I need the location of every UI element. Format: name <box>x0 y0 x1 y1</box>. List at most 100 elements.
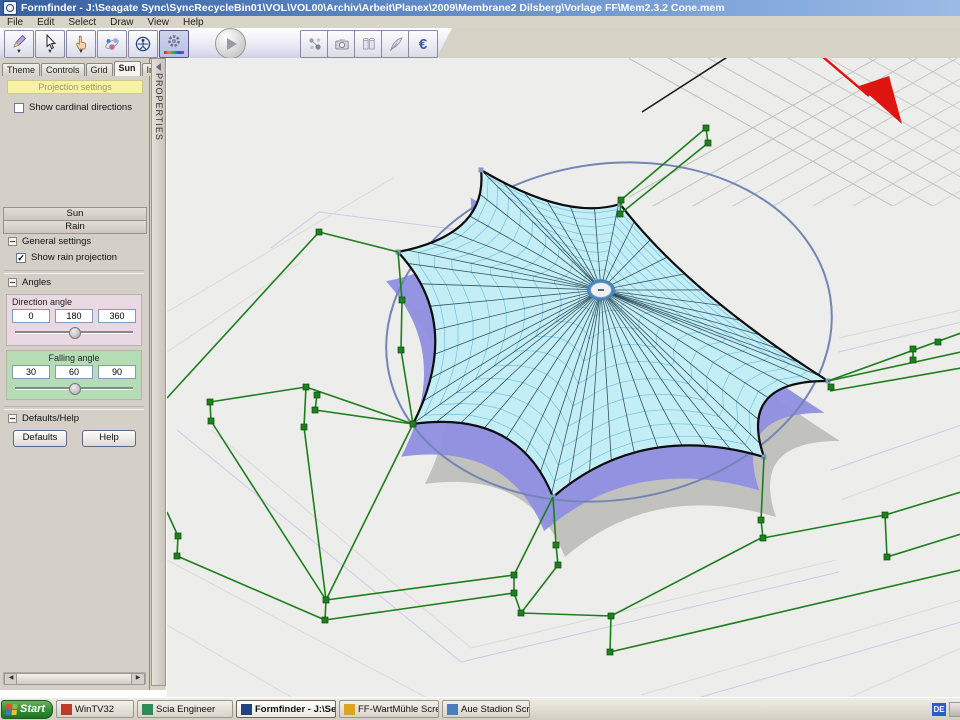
title-bar[interactable]: Formfinder - J:\Seagate Sync\SyncRecycle… <box>0 0 960 16</box>
direction-angle-value-1[interactable]: 180 <box>55 309 93 323</box>
menu-item-file[interactable]: File <box>0 17 30 28</box>
direction-angle-value-0[interactable]: 0 <box>12 309 50 323</box>
task-label: FF-WartMühle Screensh... <box>358 704 439 715</box>
task-button-0[interactable]: WinTV32 <box>56 700 134 718</box>
task-icon <box>61 704 72 715</box>
rainbow-bar <box>164 51 184 54</box>
task-icon <box>447 704 458 715</box>
sun-section-button[interactable]: Sun <box>3 207 147 221</box>
cardinal-directions-row: Show cardinal directions <box>14 102 132 113</box>
menu-item-help[interactable]: Help <box>176 17 211 28</box>
select-cursor-button[interactable]: ▼ <box>35 30 65 58</box>
dropdown-arrow-icon[interactable]: ▼ <box>78 50 84 54</box>
task-icon <box>344 704 355 715</box>
rain-projection-label: Show rain projection <box>31 252 117 263</box>
direction-angle-group: Direction angle 0 180 360 <box>6 294 142 346</box>
menu-item-edit[interactable]: Edit <box>30 17 61 28</box>
scroll-thumb[interactable] <box>16 673 133 685</box>
rain-projection-checkbox[interactable]: ✓ <box>16 253 26 263</box>
general-settings-label: General settings <box>22 236 91 247</box>
cost-button[interactable]: € <box>408 30 438 58</box>
angles-expander[interactable]: Angles <box>8 277 51 288</box>
snapshot-button[interactable] <box>327 30 357 58</box>
tab-sun[interactable]: Sun <box>114 61 141 76</box>
direction-angle-value-2[interactable]: 360 <box>98 309 136 323</box>
membrane-scene <box>167 58 960 697</box>
slider-thumb[interactable] <box>69 383 81 395</box>
defaults-button[interactable]: Defaults <box>13 430 67 447</box>
grab-hand-button[interactable]: ▼ <box>66 30 96 58</box>
direction-angle-values: 0 180 360 <box>7 309 141 323</box>
task-button-1[interactable]: Scia Engineer <box>137 700 233 718</box>
falling-angle-label: Falling angle <box>7 353 141 363</box>
language-indicator[interactable]: DE <box>932 703 946 716</box>
projection-settings-banner: Projection settings <box>7 80 143 94</box>
collapse-icon[interactable] <box>8 278 17 287</box>
task-button-4[interactable]: Aue Stadion Screenshot ... <box>442 700 530 718</box>
formfinder-window: Formfinder - J:\Seagate Sync\SyncRecycle… <box>0 0 960 720</box>
task-button-2[interactable]: Formfinder - J:\Seaga... <box>236 700 336 718</box>
falling-angle-values: 30 60 90 <box>7 365 141 379</box>
play-button[interactable] <box>215 28 246 59</box>
window-title: Formfinder - J:\Seagate Sync\SyncRecycle… <box>21 2 725 14</box>
toolbar: LENZING PLASTICS S E F A R CarlStahl ▼▼▼… <box>0 28 960 58</box>
menu-item-view[interactable]: View <box>141 17 177 28</box>
formfind-button[interactable] <box>97 30 127 58</box>
falling-angle-group: Falling angle 30 60 90 <box>6 350 142 400</box>
rain-section-button[interactable]: Rain <box>3 220 147 234</box>
tray-icon[interactable] <box>949 702 960 717</box>
properties-panel: ThemeControlsGridSunImages Projection se… <box>0 58 150 690</box>
scroll-right-icon[interactable]: ▶ <box>131 673 145 685</box>
cardinal-directions-checkbox[interactable] <box>14 103 24 113</box>
help-button[interactable]: Help <box>82 430 136 447</box>
defaults-help-label: Defaults/Help <box>22 413 79 424</box>
falling-angle-slider[interactable] <box>15 382 133 394</box>
task-button-3[interactable]: FF-WartMühle Screensh... <box>339 700 439 718</box>
panel-hscrollbar[interactable]: ◀ ▶ <box>3 672 146 684</box>
tab-theme[interactable]: Theme <box>2 63 40 76</box>
tab-grid[interactable]: Grid <box>86 63 113 76</box>
direction-angle-slider[interactable] <box>15 326 133 338</box>
collapse-icon[interactable] <box>8 414 17 423</box>
falling-angle-value-1[interactable]: 60 <box>55 365 93 379</box>
task-label: Aue Stadion Screenshot ... <box>461 704 530 715</box>
menu-item-draw[interactable]: Draw <box>103 17 140 28</box>
task-label: Scia Engineer <box>156 704 215 715</box>
falling-angle-value-2[interactable]: 90 <box>98 365 136 379</box>
separator <box>4 406 144 410</box>
statics-button[interactable] <box>300 30 330 58</box>
angles-label: Angles <box>22 277 51 288</box>
app-icon <box>3 1 17 15</box>
task-label: Formfinder - J:\Seaga... <box>255 704 336 715</box>
panel-footer-gap <box>0 690 166 697</box>
separator <box>4 270 144 274</box>
start-button[interactable]: Start <box>1 700 53 719</box>
collapse-arrow-icon <box>156 63 161 71</box>
tab-controls[interactable]: Controls <box>41 63 85 76</box>
settings-button[interactable] <box>159 30 189 58</box>
properties-tab-label: PROPERTIES <box>154 73 164 141</box>
rain-projection-row: ✓ Show rain projection <box>16 252 117 263</box>
play-icon <box>227 38 237 50</box>
falling-angle-value-0[interactable]: 30 <box>12 365 50 379</box>
collapse-icon[interactable] <box>8 237 17 246</box>
windows-flag-icon <box>5 704 17 715</box>
start-label: Start <box>20 703 45 715</box>
cardinal-directions-label: Show cardinal directions <box>29 102 132 113</box>
task-icon <box>142 704 153 715</box>
general-settings-expander[interactable]: General settings <box>8 236 91 247</box>
task-icon <box>241 704 252 715</box>
vitruvian-button[interactable] <box>128 30 158 58</box>
dropdown-arrow-icon[interactable]: ▼ <box>16 50 22 54</box>
dropdown-arrow-icon[interactable]: ▼ <box>47 50 53 54</box>
menu-item-select[interactable]: Select <box>61 17 103 28</box>
system-tray: DE <box>932 702 960 717</box>
properties-flyout-tab[interactable]: PROPERTIES <box>151 58 166 686</box>
defaults-help-expander[interactable]: Defaults/Help <box>8 413 79 424</box>
draw-pencil-button[interactable]: ▼ <box>4 30 34 58</box>
material-button[interactable] <box>354 30 384 58</box>
slider-thumb[interactable] <box>69 327 81 339</box>
viewport-3d[interactable] <box>166 58 960 697</box>
annotate-button[interactable] <box>381 30 411 58</box>
direction-angle-label: Direction angle <box>12 297 141 307</box>
